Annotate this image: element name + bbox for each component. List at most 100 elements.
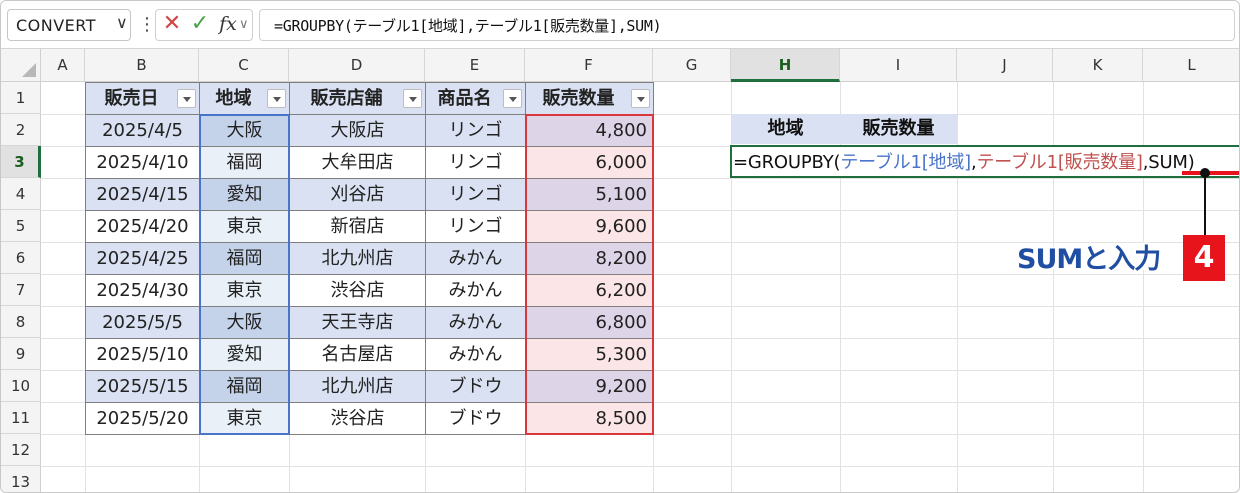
product-cell[interactable]: ブドウ: [426, 403, 525, 434]
name-box[interactable]: CONVERT ∨: [7, 9, 131, 41]
filter-dropdown-icon[interactable]: [267, 89, 286, 108]
formula-sum-part: ,SUM): [1142, 152, 1195, 173]
cancel-icon[interactable]: ✕: [157, 9, 187, 41]
quantity-cell[interactable]: 8,200: [526, 243, 653, 274]
column-header-k[interactable]: K: [1053, 49, 1143, 82]
quantity-cell[interactable]: 5,300: [526, 339, 653, 370]
store-cell[interactable]: 大牟田店: [290, 147, 425, 178]
column-header-b[interactable]: B: [85, 49, 199, 82]
region-cell[interactable]: 愛知: [200, 179, 289, 210]
row-header-8[interactable]: 8: [1, 306, 41, 338]
more-options-icon[interactable]: ⋮: [138, 11, 156, 39]
region-cell[interactable]: 大阪: [200, 307, 289, 338]
sales-date-cell[interactable]: 2025/4/25: [86, 243, 199, 274]
row-header-1[interactable]: 1: [1, 82, 41, 114]
region-cell[interactable]: 東京: [200, 403, 289, 434]
column-header-h[interactable]: H: [731, 49, 840, 82]
product-cell[interactable]: ブドウ: [426, 371, 525, 402]
quantity-cell[interactable]: 5,100: [526, 179, 653, 210]
region-cell[interactable]: 福岡: [200, 147, 289, 178]
product-cell[interactable]: リンゴ: [426, 147, 525, 178]
quantity-cell[interactable]: 9,600: [526, 211, 653, 242]
region-cell[interactable]: 福岡: [200, 371, 289, 402]
store-cell[interactable]: 新宿店: [290, 211, 425, 242]
formula-func-part: =GROUPBY(: [733, 152, 841, 173]
column-header-g[interactable]: G: [653, 49, 731, 82]
region-cell[interactable]: 東京: [200, 275, 289, 306]
sales-date-cell[interactable]: 2025/4/10: [86, 147, 199, 178]
column-header-l[interactable]: L: [1143, 49, 1239, 82]
column-header-e[interactable]: E: [425, 49, 525, 82]
sales-date-cell[interactable]: 2025/5/20: [86, 403, 199, 434]
row-header-2[interactable]: 2: [1, 114, 41, 146]
sales-date-cell[interactable]: 2025/4/20: [86, 211, 199, 242]
sales-date-cell[interactable]: 2025/5/5: [86, 307, 199, 338]
row-header-9[interactable]: 9: [1, 338, 41, 370]
row-header-7[interactable]: 7: [1, 274, 41, 306]
row-header-13[interactable]: 13: [1, 466, 41, 492]
product-cell[interactable]: リンゴ: [426, 211, 525, 242]
region-cell[interactable]: 愛知: [200, 339, 289, 370]
store-cell[interactable]: 天王寺店: [290, 307, 425, 338]
store-cell[interactable]: 名古屋店: [290, 339, 425, 370]
callout-connector: [1204, 175, 1206, 235]
region-cell[interactable]: 福岡: [200, 243, 289, 274]
column-header-j[interactable]: J: [957, 49, 1053, 82]
result-header-qty[interactable]: 販売数量: [840, 114, 957, 144]
result-header-region[interactable]: 地域: [731, 114, 840, 144]
product-cell[interactable]: みかん: [426, 339, 525, 370]
sales-date-cell[interactable]: 2025/4/5: [86, 115, 199, 146]
product-cell[interactable]: みかん: [426, 307, 525, 338]
insert-function-icon[interactable]: fx: [215, 9, 241, 41]
column-header-c[interactable]: C: [199, 49, 289, 82]
product-cell[interactable]: みかん: [426, 275, 525, 306]
store-cell[interactable]: 大阪店: [290, 115, 425, 146]
filter-dropdown-icon[interactable]: [503, 89, 522, 108]
quantity-cell[interactable]: 4,800: [526, 115, 653, 146]
formula-text: =GROUPBY(テーブル1[地域],テーブル1[販売数量],SUM): [274, 17, 662, 35]
product-cell[interactable]: リンゴ: [426, 115, 525, 146]
store-cell[interactable]: 渋谷店: [290, 275, 425, 306]
store-cell[interactable]: 北九州店: [290, 371, 425, 402]
quantity-cell[interactable]: 9,200: [526, 371, 653, 402]
enter-check-icon[interactable]: ✓: [185, 9, 215, 41]
row-header-11[interactable]: 11: [1, 402, 41, 434]
row-header-12[interactable]: 12: [1, 434, 41, 466]
product-cell[interactable]: リンゴ: [426, 179, 525, 210]
sales-date-cell[interactable]: 2025/5/10: [86, 339, 199, 370]
row-header-5[interactable]: 5: [1, 210, 41, 242]
formula-input[interactable]: =GROUPBY(テーブル1[地域],テーブル1[販売数量],SUM): [259, 9, 1235, 41]
callout-dot: [1200, 168, 1210, 178]
quantity-cell[interactable]: 6,800: [526, 307, 653, 338]
quantity-cell[interactable]: 6,000: [526, 147, 653, 178]
filter-dropdown-icon[interactable]: [403, 89, 422, 108]
column-header-a[interactable]: A: [41, 49, 85, 82]
row-header-4[interactable]: 4: [1, 178, 41, 210]
filter-dropdown-icon[interactable]: [177, 89, 196, 108]
chevron-down-icon[interactable]: ∨: [239, 9, 249, 41]
region-cell[interactable]: 大阪: [200, 115, 289, 146]
chevron-down-icon[interactable]: ∨: [116, 13, 128, 32]
product-cell[interactable]: みかん: [426, 243, 525, 274]
quantity-cell[interactable]: 6,200: [526, 275, 653, 306]
formula-bar: CONVERT ∨ ⋮ ✕ ✓ fx ∨ =GROUPBY(テーブル1[地域],…: [1, 1, 1239, 49]
region-cell[interactable]: 東京: [200, 211, 289, 242]
cell-formula-text: =GROUPBY(テーブル1[地域],テーブル1[販売数量],SUM): [733, 148, 1195, 174]
sales-date-cell[interactable]: 2025/4/15: [86, 179, 199, 210]
store-cell[interactable]: 北九州店: [290, 243, 425, 274]
sales-date-cell[interactable]: 2025/5/15: [86, 371, 199, 402]
highlight-underline: [1182, 171, 1239, 175]
sales-date-cell[interactable]: 2025/4/30: [86, 275, 199, 306]
filter-dropdown-icon[interactable]: [631, 89, 650, 108]
row-header-6[interactable]: 6: [1, 242, 41, 274]
excel-window: CONVERT ∨ ⋮ ✕ ✓ fx ∨ =GROUPBY(テーブル1[地域],…: [0, 0, 1240, 493]
column-header-d[interactable]: D: [289, 49, 425, 82]
row-header-10[interactable]: 10: [1, 370, 41, 402]
row-header-3[interactable]: 3: [1, 146, 41, 178]
quantity-cell[interactable]: 8,500: [526, 403, 653, 434]
column-header-f[interactable]: F: [525, 49, 653, 82]
column-header-i[interactable]: I: [840, 49, 957, 82]
store-cell[interactable]: 刈谷店: [290, 179, 425, 210]
select-all-button[interactable]: [1, 49, 41, 82]
store-cell[interactable]: 渋谷店: [290, 403, 425, 434]
